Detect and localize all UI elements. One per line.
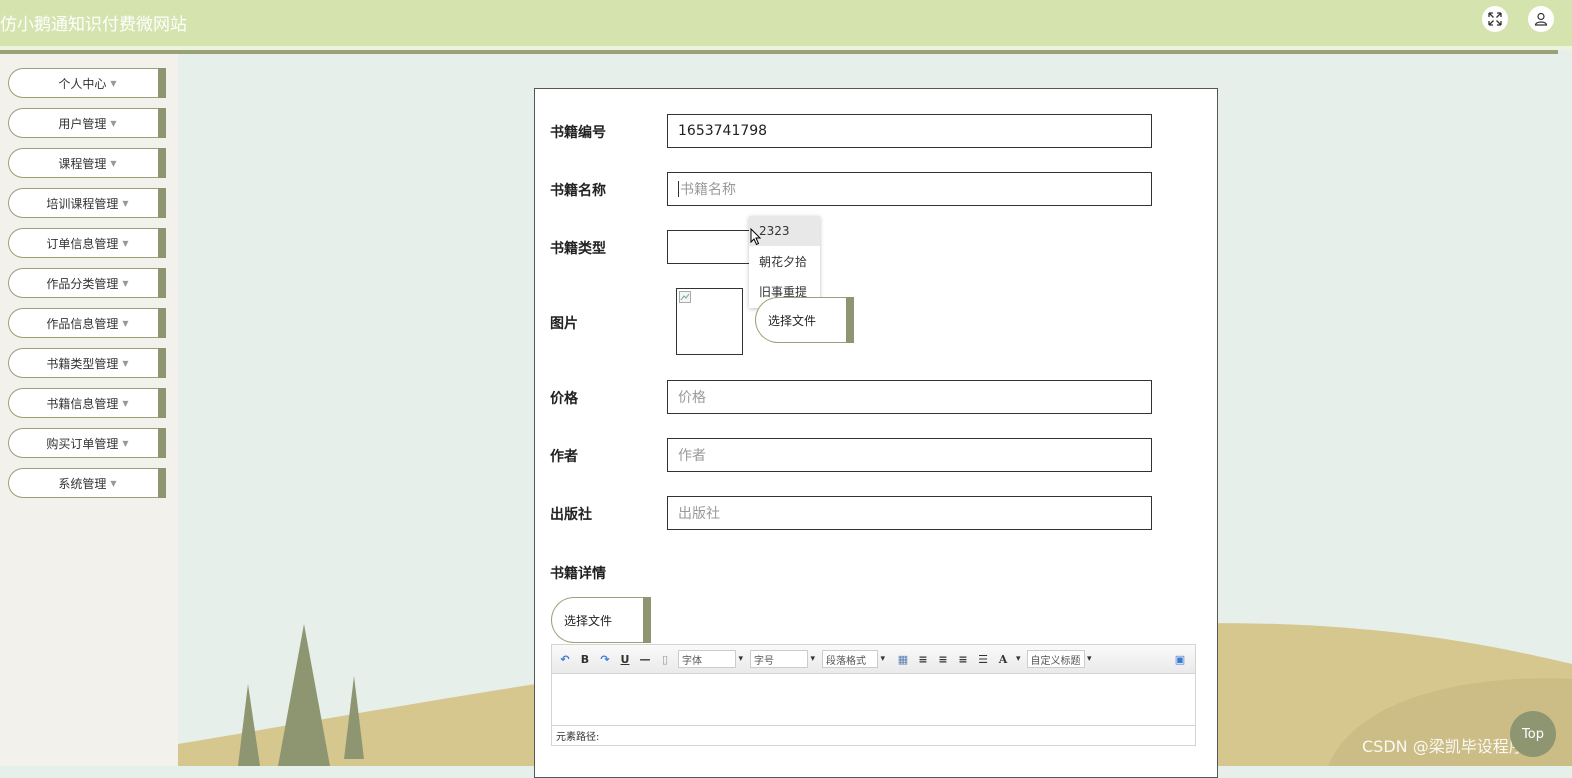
book-type-select[interactable]	[667, 230, 755, 264]
choose-detail-file-label: 选择文件	[564, 613, 613, 628]
sidebar-item-label: 个人中心	[58, 76, 107, 91]
font-family-select[interactable]: 字体	[678, 650, 743, 668]
sidebar-item-purchase-order-management[interactable]: 购买订单管理 ▼	[8, 428, 166, 458]
caret-down-icon: ▼	[110, 118, 117, 128]
page-icon[interactable]: ▯	[658, 653, 672, 666]
align-center-icon[interactable]: ≡	[956, 653, 970, 666]
font-size-select[interactable]: 字号	[750, 650, 815, 668]
caret-down-icon: ▼	[122, 198, 129, 208]
caret-down-icon: ▼	[110, 158, 117, 168]
sidebar-item-label: 课程管理	[58, 156, 107, 171]
dropdown-arrow	[761, 209, 775, 216]
image-preview	[676, 288, 743, 355]
caret-down-icon: ▼	[122, 318, 129, 328]
user-icon[interactable]	[1528, 6, 1554, 32]
image-label: 图片	[550, 316, 578, 332]
redo-icon[interactable]: ↷	[598, 653, 612, 666]
choose-image-button[interactable]: 选择文件	[755, 297, 854, 343]
sidebar-item-personal-center[interactable]: 个人中心 ▼	[8, 68, 166, 98]
book-no-input[interactable]: 1653741798	[667, 114, 1152, 148]
sidebar-item-work-category-management[interactable]: 作品分类管理 ▼	[8, 268, 166, 298]
sidebar-item-label: 培训课程管理	[46, 196, 119, 211]
dropdown-option[interactable]: 朝花夕拾	[749, 246, 820, 276]
sidebar-item-training-course-management[interactable]: 培训课程管理 ▼	[8, 188, 166, 218]
sidebar-item-book-info-management[interactable]: 书籍信息管理 ▼	[8, 388, 166, 418]
book-no-label: 书籍编号	[550, 125, 606, 141]
sidebar-item-label: 系统管理	[58, 476, 107, 491]
publisher-input[interactable]: 出版社	[667, 496, 1152, 530]
horizontal-rule-icon[interactable]: —	[638, 653, 652, 666]
paragraph-format-select[interactable]: 段落格式	[822, 650, 885, 668]
mouse-pointer-icon	[750, 228, 762, 246]
caret-down-icon: ▼	[122, 278, 129, 288]
sidebar-item-book-type-management[interactable]: 书籍类型管理 ▼	[8, 348, 166, 378]
sidebar-item-label: 订单信息管理	[46, 236, 119, 251]
rich-text-editor: ↶ B ↷ U — ▯ 字体 字号 段落格式 ▦ ≡ ≡ ≡ ☰ A ▾ 自定义…	[551, 644, 1196, 746]
editor-content-area[interactable]	[552, 674, 1195, 726]
sidebar-item-label: 作品信息管理	[46, 316, 119, 331]
sidebar-item-label: 用户管理	[58, 116, 107, 131]
sidebar-item-work-info-management[interactable]: 作品信息管理 ▼	[8, 308, 166, 338]
sidebar-item-user-management[interactable]: 用户管理 ▼	[8, 108, 166, 138]
choose-detail-file-button[interactable]: 选择文件	[551, 597, 651, 643]
sidebar-item-label: 书籍类型管理	[46, 356, 119, 371]
header-bar: 仿小鹅通知识付费微网站	[0, 0, 1572, 46]
back-to-top-button[interactable]: Top	[1510, 711, 1556, 757]
book-name-placeholder: 书籍名称	[680, 182, 736, 198]
underline-icon[interactable]: U	[618, 653, 632, 666]
undo-icon[interactable]: ↶	[558, 653, 572, 666]
align-right-icon[interactable]: ≡	[936, 653, 950, 666]
fullscreen-editor-icon[interactable]: ▣	[1173, 653, 1187, 666]
sidebar-item-course-management[interactable]: 课程管理 ▼	[8, 148, 166, 178]
caret-down-icon: ▼	[122, 358, 129, 368]
price-label: 价格	[550, 391, 578, 407]
broken-image-icon	[679, 291, 691, 303]
fullscreen-icon[interactable]	[1482, 6, 1508, 32]
custom-title-select[interactable]: 自定义标题	[1026, 650, 1092, 668]
bold-icon[interactable]: B	[578, 653, 592, 666]
book-name-input[interactable]: 书籍名称	[667, 172, 1152, 206]
choose-image-label: 选择文件	[768, 313, 817, 328]
app-title: 仿小鹅通知识付费微网站	[0, 15, 187, 35]
sidebar-item-order-info-management[interactable]: 订单信息管理 ▼	[8, 228, 166, 258]
watermark: CSDN @梁凯毕设程序	[1362, 737, 1525, 756]
caret-down-icon: ▼	[122, 238, 129, 248]
editor-toolbar: ↶ B ↷ U — ▯ 字体 字号 段落格式 ▦ ≡ ≡ ≡ ☰ A ▾ 自定义…	[552, 645, 1195, 674]
caret-down-icon: ▼	[110, 478, 117, 488]
font-color-icon[interactable]: A	[996, 653, 1010, 666]
book-name-label: 书籍名称	[550, 183, 606, 199]
author-input[interactable]: 作者	[667, 438, 1152, 472]
sidebar-item-label: 作品分类管理	[46, 276, 119, 291]
font-color-caret-icon[interactable]: ▾	[1016, 654, 1021, 664]
sidebar-item-label: 购买订单管理	[46, 436, 119, 451]
align-justify-icon[interactable]: ☰	[976, 653, 990, 666]
sidebar-item-label: 书籍信息管理	[46, 396, 119, 411]
book-detail-label: 书籍详情	[550, 566, 606, 582]
price-input[interactable]: 价格	[667, 380, 1152, 414]
caret-down-icon: ▼	[122, 398, 129, 408]
caret-down-icon: ▼	[110, 78, 117, 88]
caret-down-icon: ▼	[122, 438, 129, 448]
align-left-icon[interactable]: ≡	[916, 653, 930, 666]
element-path: 元素路径:	[552, 725, 1195, 745]
book-type-label: 书籍类型	[550, 241, 606, 257]
publisher-label: 出版社	[550, 507, 592, 523]
author-label: 作者	[550, 449, 578, 465]
sidebar-item-system-management[interactable]: 系统管理 ▼	[8, 468, 166, 498]
table-icon[interactable]: ▦	[896, 653, 910, 666]
text-cursor	[678, 181, 679, 197]
